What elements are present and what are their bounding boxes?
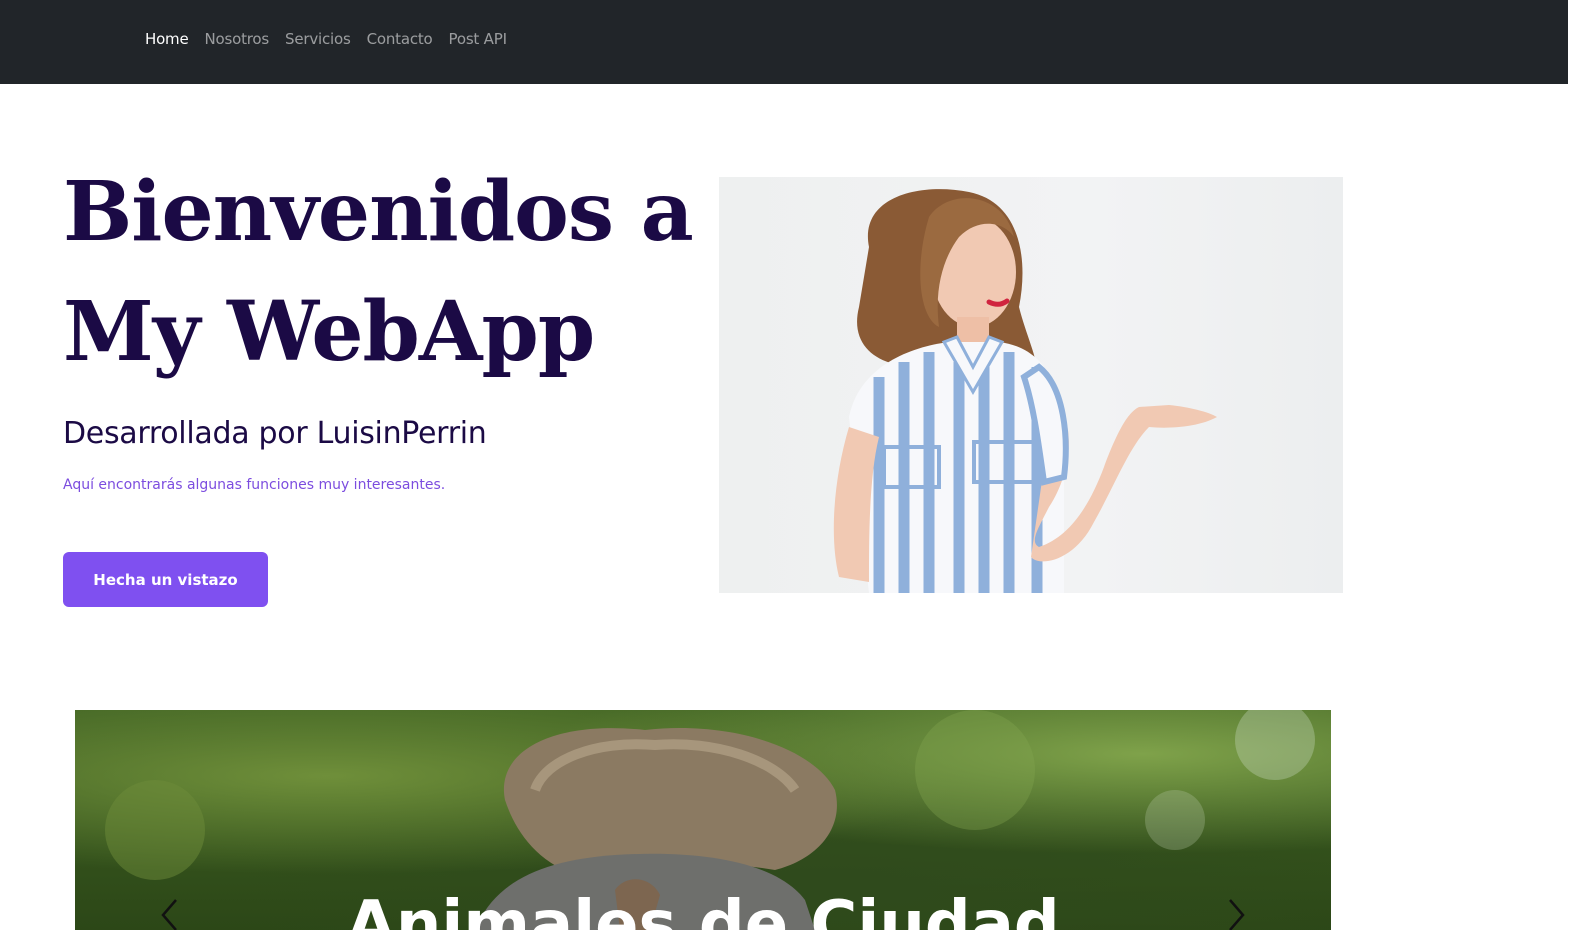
hero-title-line-2: My WebApp	[63, 284, 595, 380]
chevron-right-icon	[1229, 899, 1245, 930]
hero-cta-button[interactable]: Hecha un vistazo	[63, 552, 268, 607]
hero-subtitle: Desarrollada por LuisinPerrin	[63, 416, 487, 451]
hero-title: Bienvenidos a My WebApp	[63, 152, 703, 392]
nav-link-post-api[interactable]: Post API	[449, 30, 507, 48]
carousel-prev-button[interactable]	[151, 895, 191, 930]
chevron-left-icon	[161, 899, 177, 930]
woman-presenting-photo	[833, 189, 1217, 593]
page-scrollbar[interactable]	[1568, 0, 1588, 930]
image-carousel[interactable]: Animales de Ciudad	[75, 710, 1331, 930]
nav-link-servicios[interactable]: Servicios	[285, 30, 351, 48]
nav-menu: Home Nosotros Servicios Contacto Post AP…	[145, 30, 507, 49]
nav-link-home[interactable]: Home	[145, 30, 189, 48]
carousel-next-button[interactable]	[1215, 895, 1255, 930]
hero-title-line-1: Bienvenidos a	[63, 164, 694, 260]
nav-link-contacto[interactable]: Contacto	[367, 30, 433, 48]
nav-link-nosotros[interactable]: Nosotros	[205, 30, 270, 48]
hero-description: Aquí encontrarás algunas funciones muy i…	[63, 477, 446, 493]
navbar: Home Nosotros Servicios Contacto Post AP…	[0, 0, 1568, 84]
hero-image	[719, 177, 1343, 593]
carousel-caption: Animales de Ciudad	[346, 888, 1060, 930]
